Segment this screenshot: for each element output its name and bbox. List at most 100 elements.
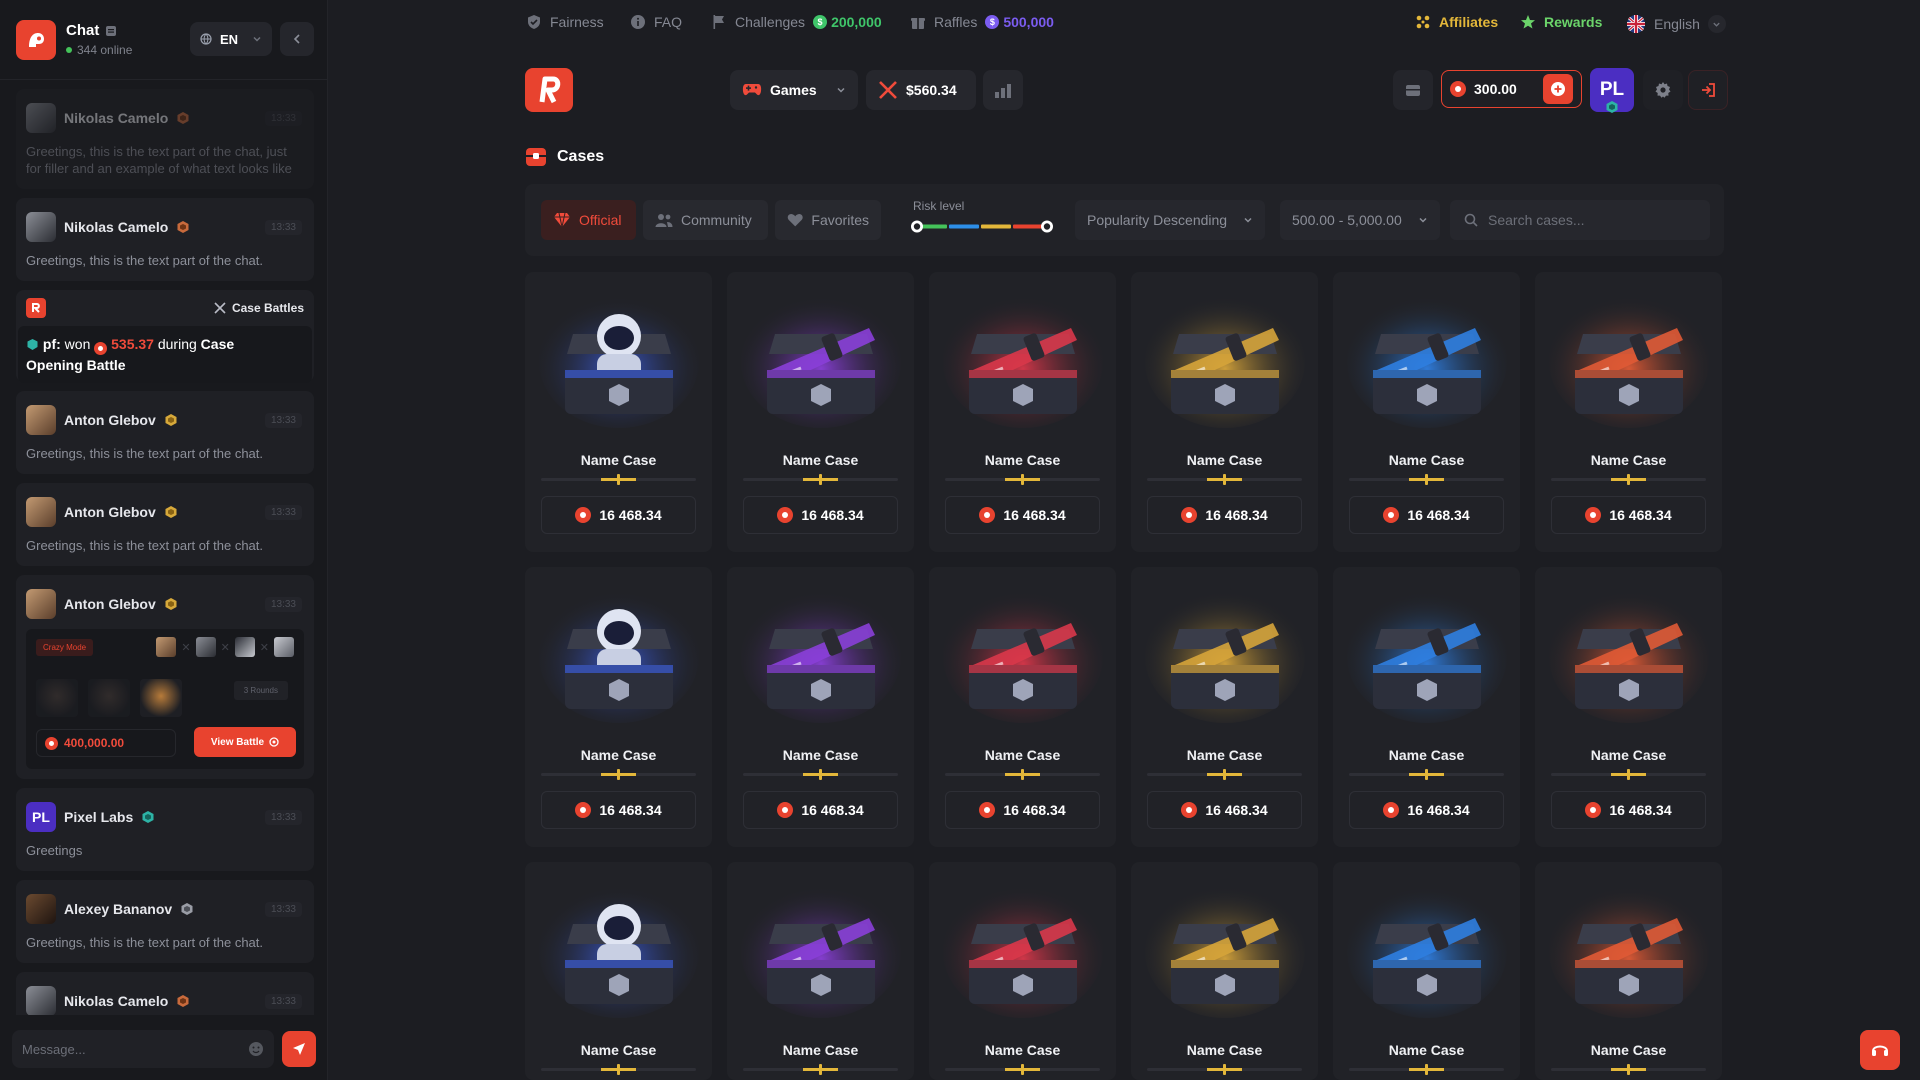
gear-icon bbox=[1655, 82, 1671, 98]
nav-fairness[interactable]: Fairness bbox=[526, 14, 604, 30]
case-name: Name Case bbox=[1590, 1042, 1667, 1058]
case-card[interactable]: Name Case 16 468.34 bbox=[525, 272, 712, 552]
games-menu-button[interactable]: Games bbox=[730, 70, 858, 110]
chat-bubble-icon bbox=[29, 32, 44, 47]
case-card[interactable]: Name Case 16 468.34 bbox=[1131, 567, 1318, 847]
risk-indicator bbox=[541, 769, 696, 780]
tab-favorites[interactable]: Favorites bbox=[775, 200, 881, 240]
avatar[interactable] bbox=[26, 103, 56, 133]
nav-raffles[interactable]: Raffles $ 500,000 bbox=[910, 14, 1054, 30]
avatar[interactable] bbox=[26, 497, 56, 527]
chat-language-select[interactable]: EN bbox=[190, 22, 272, 56]
nav-rewards[interactable]: Rewards bbox=[1520, 14, 1602, 30]
case-card[interactable]: Name Case 16 468.34 bbox=[1333, 567, 1520, 847]
message-username[interactable]: Anton Glebov bbox=[64, 412, 156, 428]
nav-language-select[interactable]: English bbox=[1626, 14, 1726, 34]
case-card[interactable]: Name Case 16 468.34 bbox=[525, 567, 712, 847]
price-range-value: 500.00 - 5,000.00 bbox=[1292, 212, 1402, 228]
price-range-select[interactable]: 500.00 - 5,000.00 bbox=[1280, 200, 1440, 240]
sort-select[interactable]: Popularity Descending bbox=[1075, 200, 1265, 240]
message-username[interactable]: Anton Glebov bbox=[64, 504, 156, 520]
case-name: Name Case bbox=[782, 747, 859, 763]
case-price-button[interactable]: 16 468.34 bbox=[743, 496, 898, 534]
message-username[interactable]: Alexey Bananov bbox=[64, 901, 172, 917]
chat-title: Chat bbox=[66, 22, 100, 39]
deposit-button[interactable] bbox=[1543, 74, 1573, 104]
emoji-icon[interactable] bbox=[248, 1041, 264, 1057]
case-card[interactable]: Name Case bbox=[929, 862, 1116, 1080]
collapse-chat-button[interactable] bbox=[280, 22, 314, 56]
wager-stats-button[interactable]: $560.34 bbox=[866, 70, 976, 110]
settings-button[interactable] bbox=[1643, 70, 1683, 110]
case-price-button[interactable]: 16 468.34 bbox=[541, 791, 696, 829]
case-card[interactable]: Name Case bbox=[525, 862, 712, 1080]
message-text: Greetings, this is the text part of the … bbox=[26, 253, 264, 268]
case-card[interactable]: Name Case bbox=[1333, 862, 1520, 1080]
risk-level-label: Risk level bbox=[913, 199, 965, 213]
avatar[interactable] bbox=[26, 589, 56, 619]
send-icon bbox=[293, 1043, 305, 1055]
case-price-button[interactable]: 16 468.34 bbox=[945, 791, 1100, 829]
message-username[interactable]: Nikolas Camelo bbox=[64, 219, 168, 235]
risk-indicator bbox=[945, 769, 1100, 780]
risk-level-slider[interactable] bbox=[911, 220, 1053, 233]
case-image bbox=[1347, 591, 1507, 723]
case-card[interactable]: Name Case 16 468.34 bbox=[727, 567, 914, 847]
leaderboard-button[interactable] bbox=[983, 70, 1023, 110]
case-price-button[interactable]: 16 468.34 bbox=[1551, 791, 1706, 829]
case-card[interactable]: Name Case 16 468.34 bbox=[929, 272, 1116, 552]
case-card[interactable]: Name Case bbox=[1131, 862, 1318, 1080]
case-price-button[interactable]: 16 468.34 bbox=[1147, 496, 1302, 534]
message-username[interactable]: Nikolas Camelo bbox=[64, 110, 168, 126]
tab-official[interactable]: Official bbox=[541, 200, 636, 240]
risk-indicator bbox=[1147, 1064, 1302, 1075]
message-username[interactable]: Nikolas Camelo bbox=[64, 993, 168, 1009]
case-price-button[interactable]: 16 468.34 bbox=[743, 791, 898, 829]
message-time: 13:33 bbox=[264, 597, 302, 612]
send-message-button[interactable] bbox=[282, 1031, 316, 1067]
avatar[interactable] bbox=[26, 894, 56, 924]
logout-button[interactable] bbox=[1688, 70, 1728, 110]
case-name: Name Case bbox=[1388, 452, 1465, 468]
message-time: 13:33 bbox=[264, 505, 302, 520]
case-card[interactable]: Name Case 16 468.34 bbox=[929, 567, 1116, 847]
gamepad-icon bbox=[742, 84, 762, 96]
message-username[interactable]: Pixel Labs bbox=[64, 809, 133, 825]
case-card[interactable]: Name Case 16 468.34 bbox=[727, 272, 914, 552]
case-card[interactable]: Name Case 16 468.34 bbox=[1535, 567, 1722, 847]
avatar[interactable] bbox=[26, 986, 56, 1015]
case-card[interactable]: Name Case 16 468.34 bbox=[1131, 272, 1318, 552]
case-image bbox=[1549, 296, 1709, 428]
search-input[interactable]: Search cases... bbox=[1450, 200, 1710, 240]
case-card[interactable]: Name Case 16 468.34 bbox=[1333, 272, 1520, 552]
case-card[interactable]: Name Case 16 468.34 bbox=[1535, 272, 1722, 552]
balance-display[interactable]: 300.00 bbox=[1441, 70, 1582, 108]
case-card[interactable]: Name Case bbox=[727, 862, 914, 1080]
chat-composer: Message... bbox=[12, 1030, 316, 1068]
nav-faq[interactable]: FAQ bbox=[630, 14, 682, 30]
rules-icon[interactable] bbox=[105, 25, 117, 37]
case-price: 16 468.34 bbox=[801, 507, 864, 523]
message-username[interactable]: Anton Glebov bbox=[64, 596, 156, 612]
case-card[interactable]: Name Case bbox=[1535, 862, 1722, 1080]
battle-win-announcement[interactable]: Case Battles pf: won 535.37 during Case … bbox=[16, 290, 314, 383]
search-icon bbox=[1464, 213, 1478, 227]
case-price-button[interactable]: 16 468.34 bbox=[945, 496, 1100, 534]
support-button[interactable] bbox=[1860, 1030, 1900, 1070]
case-price-button[interactable]: 16 468.34 bbox=[1551, 496, 1706, 534]
tab-community[interactable]: Community bbox=[643, 200, 768, 240]
case-price-button[interactable]: 16 468.34 bbox=[541, 496, 696, 534]
avatar[interactable] bbox=[26, 405, 56, 435]
avatar[interactable] bbox=[26, 212, 56, 242]
case-name: Name Case bbox=[984, 747, 1061, 763]
nav-affiliates[interactable]: Affiliates bbox=[1415, 14, 1498, 30]
message-input[interactable]: Message... bbox=[12, 1030, 274, 1068]
site-logo[interactable] bbox=[525, 68, 573, 112]
nav-challenges[interactable]: Challenges $ 200,000 bbox=[711, 14, 882, 30]
view-battle-button[interactable]: View Battle bbox=[194, 727, 296, 757]
avatar[interactable]: PL bbox=[26, 802, 56, 832]
inventory-button[interactable] bbox=[1393, 70, 1433, 110]
case-price-button[interactable]: 16 468.34 bbox=[1349, 496, 1504, 534]
case-price-button[interactable]: 16 468.34 bbox=[1147, 791, 1302, 829]
case-price-button[interactable]: 16 468.34 bbox=[1349, 791, 1504, 829]
